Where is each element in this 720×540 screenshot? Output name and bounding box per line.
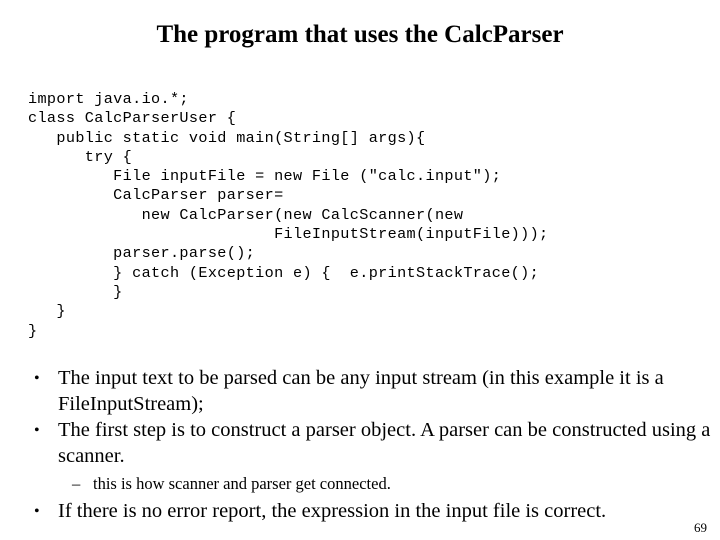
code-line: new CalcParser(new CalcScanner(new (28, 205, 464, 224)
bullet-text: this is how scanner and parser get conne… (93, 474, 391, 493)
slide: The program that uses the CalcParser imp… (0, 0, 720, 540)
bullet-text: The input text to be parsed can be any i… (58, 367, 664, 415)
code-block: import java.io.*; class CalcParserUser { … (28, 90, 698, 341)
bullet-dot-icon: • (34, 503, 40, 520)
code-line: CalcParser parser= (28, 186, 284, 205)
page-number: 69 (694, 520, 707, 535)
code-line: public static void main(String[] args){ (28, 128, 426, 147)
bullet-item: • If there is no error report, the expres… (34, 499, 718, 525)
code-line: class CalcParserUser { (28, 109, 237, 128)
bullet-list: • The input text to be parsed can be any … (34, 366, 718, 526)
code-line: FileInputStream(inputFile))); (28, 225, 549, 244)
bullet-dot-icon: • (34, 422, 40, 439)
bullet-text: If there is no error report, the express… (58, 500, 607, 522)
code-line: try { (28, 147, 133, 166)
bullet-dot-icon: • (34, 370, 40, 387)
bullet-dash-icon: – (72, 474, 81, 493)
page-title: The program that uses the CalcParser (156, 21, 564, 48)
code-line: } catch (Exception e) { e.printStackTrac… (28, 263, 540, 282)
code-line: } (28, 321, 38, 340)
bullet-text: The first step is to construct a parser … (58, 419, 711, 467)
code-line: } (28, 282, 123, 301)
code-line: parser.parse(); (28, 244, 256, 263)
code-line: } (28, 302, 66, 321)
code-line: File inputFile = new File ("calc.input")… (28, 167, 502, 186)
bullet-item: • The first step is to construct a parser… (34, 418, 718, 469)
bullet-item: – this is how scanner and parser get conn… (72, 473, 718, 494)
bullet-item: • The input text to be parsed can be any … (34, 366, 718, 417)
code-line: import java.io.*; (28, 90, 189, 108)
